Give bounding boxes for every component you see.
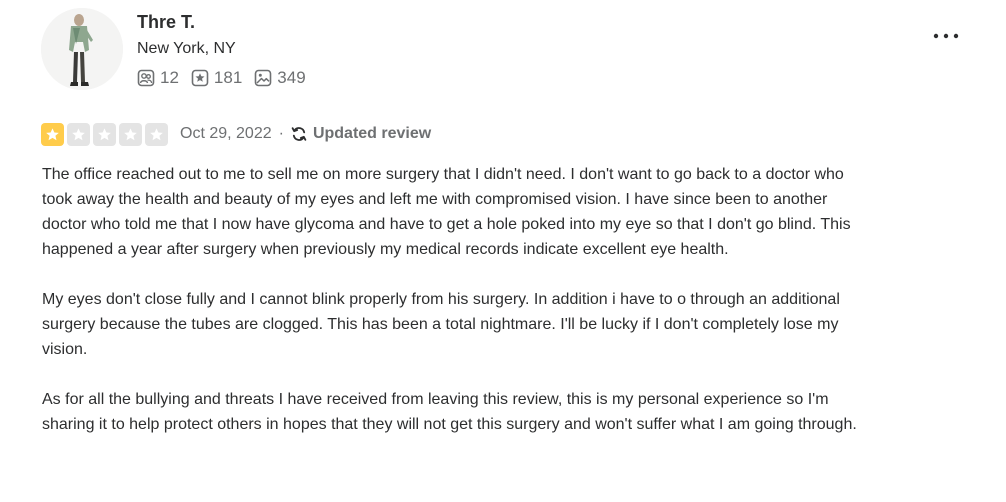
friends-count: 12: [160, 68, 179, 87]
user-photo: [41, 8, 123, 90]
user-name[interactable]: Thre T.: [137, 11, 195, 33]
star-filled: [41, 122, 64, 146]
more-options-icon: [933, 33, 959, 39]
star-badge-icon: [191, 69, 209, 87]
rating-row: Oct 29, 2022 · Updated review: [41, 121, 431, 147]
user-location: New York, NY: [137, 40, 236, 57]
star-icon: [124, 127, 137, 140]
user-stats: 12 181 349: [137, 68, 318, 88]
star-icon: [46, 127, 59, 140]
photos-count: 349: [277, 68, 306, 87]
star-empty: [145, 122, 168, 146]
star-icon: [98, 127, 111, 140]
friends-stat: 12: [137, 68, 179, 88]
photo-icon: [254, 69, 272, 87]
avatar[interactable]: [41, 8, 123, 90]
photos-stat: 349: [254, 68, 306, 88]
review-text: The office reached out to me to sell me …: [42, 162, 872, 462]
reviews-count: 181: [213, 68, 243, 87]
friends-icon: [137, 69, 155, 87]
more-options-button[interactable]: [926, 22, 966, 50]
updated-review-label: Updated review: [312, 125, 432, 142]
separator: ·: [278, 125, 284, 142]
reviews-stat: 181: [191, 68, 242, 88]
star-icon: [150, 127, 163, 140]
star-empty: [93, 122, 116, 146]
review-card: Thre T. New York, NY 12 181 349 Oct 29, …: [0, 0, 1006, 502]
review-paragraph: The office reached out to me to sell me …: [42, 166, 851, 258]
star-empty: [119, 122, 142, 146]
review-paragraph: My eyes don't close fully and I cannot b…: [42, 291, 840, 358]
star-rating: [41, 122, 171, 146]
review-paragraph: As for all the bullying and threats I ha…: [42, 391, 857, 433]
star-icon: [72, 127, 85, 140]
review-date: Oct 29, 2022: [180, 125, 272, 142]
star-empty: [67, 122, 90, 146]
refresh-icon: [291, 127, 307, 141]
updated-review-link[interactable]: Updated review: [290, 125, 431, 143]
